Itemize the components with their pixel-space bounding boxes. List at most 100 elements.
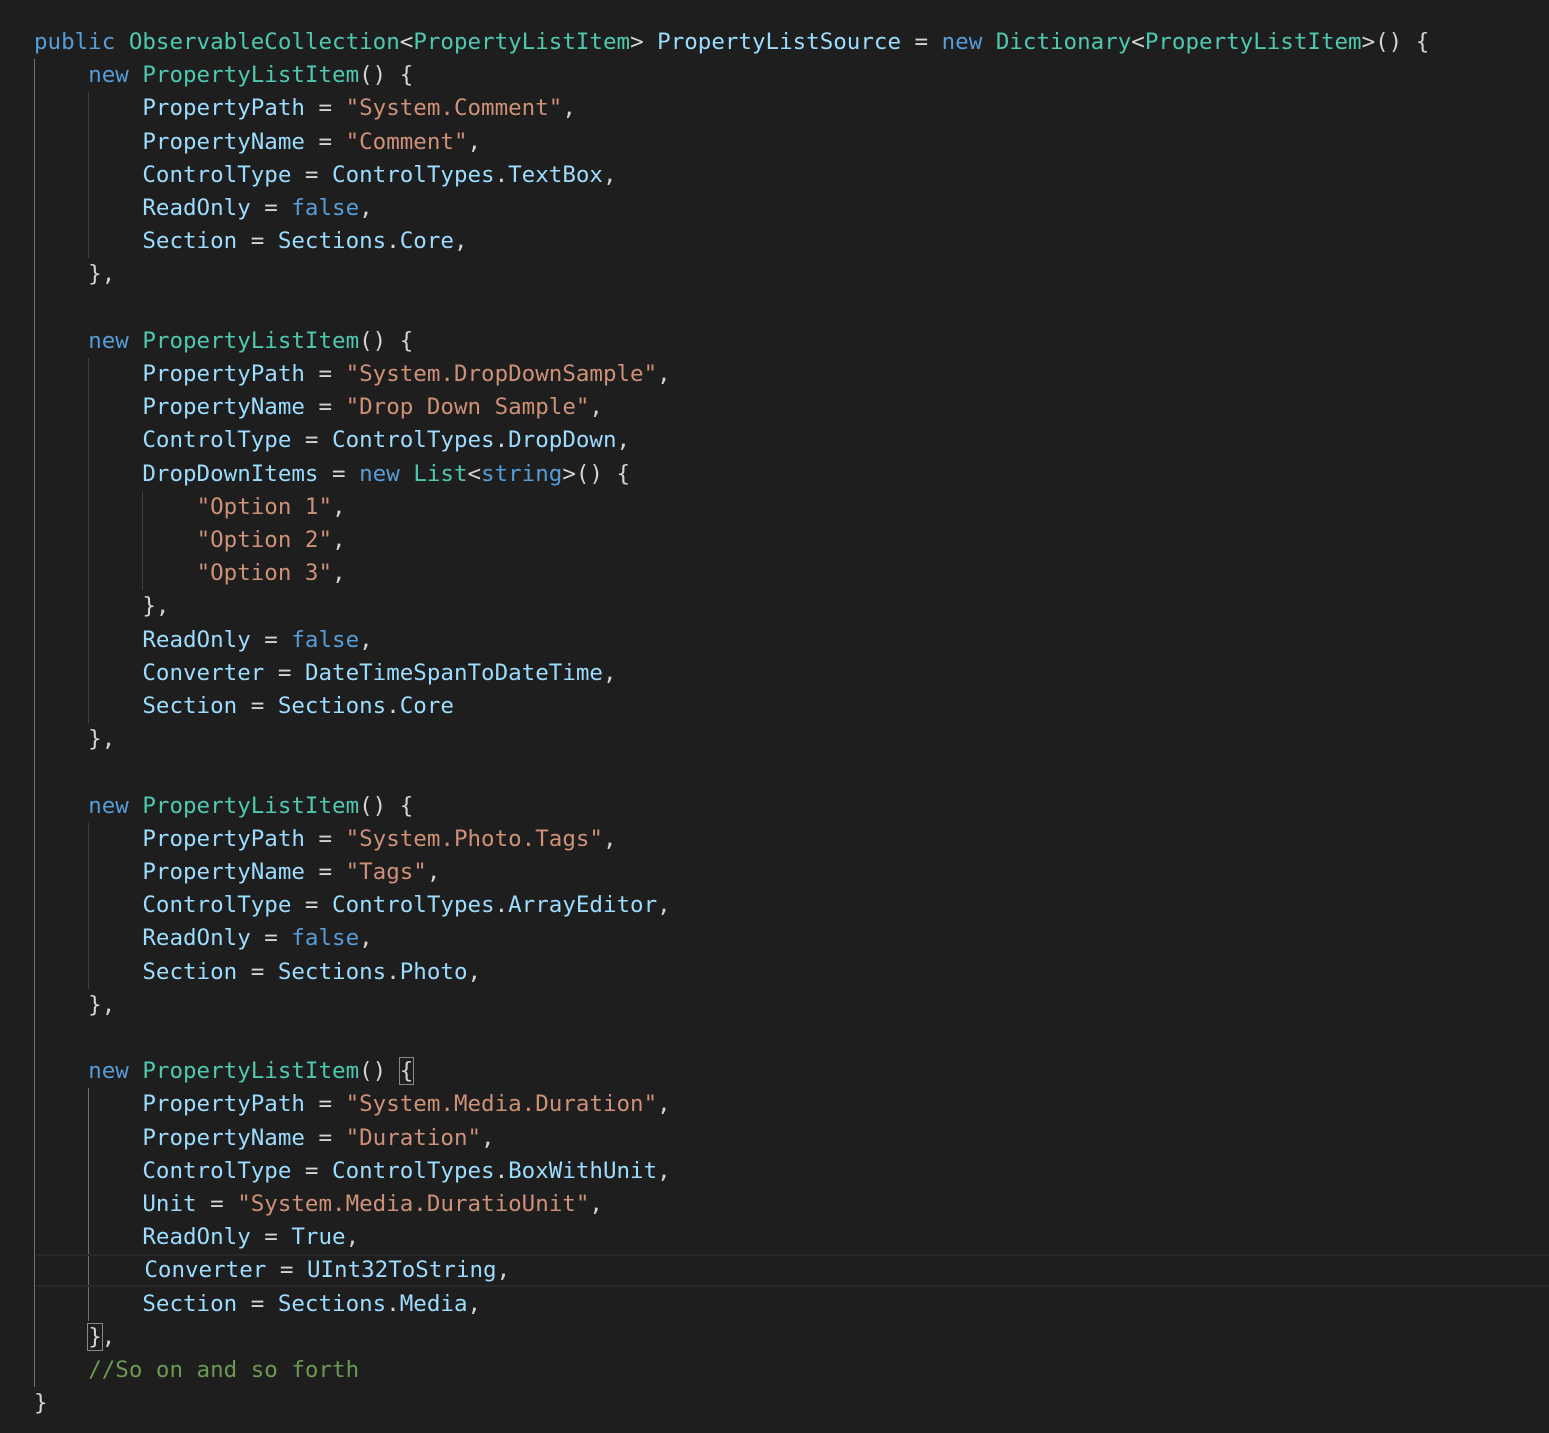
punctuation-token [34,494,197,520]
punctuation-token: , [467,128,482,155]
punctuation-token: = [304,1124,346,1151]
punctuation-token: }, [34,261,116,288]
code-line[interactable]: "Option 1", [34,491,1549,524]
code-line[interactable]: ReadOnly = false, [34,192,1549,225]
code-line[interactable]: ControlType = ControlTypes.ArrayEditor, [34,889,1549,922]
identifier-token: BoxWithUnit [508,1157,658,1184]
punctuation-token [129,328,143,354]
punctuation-token: , [602,825,617,852]
punctuation-token: , [657,361,671,387]
code-line[interactable]: PropertyName = "Drop Down Sample", [34,391,1549,424]
code-line[interactable]: Converter = DateTimeSpanToDateTime, [34,657,1549,690]
identifier-token: PropertyName [142,128,305,155]
punctuation-token [34,925,142,951]
code-line[interactable]: new PropertyListItem() { [34,790,1549,823]
code-editor[interactable]: public ObservableCollection<PropertyList… [0,0,1549,1433]
code-line[interactable]: }, [34,1321,1549,1354]
code-line[interactable]: new PropertyListItem() { [34,325,1549,358]
identifier-token: Photo [399,958,468,985]
code-line[interactable]: DropDownItems = new List<string>() { [34,458,1549,491]
punctuation-token: = [318,460,360,487]
punctuation-token [34,627,142,653]
code-line[interactable]: ReadOnly = True, [34,1221,1549,1254]
punctuation-token [34,195,142,221]
code-line[interactable]: ControlType = ControlTypes.BoxWithUnit, [34,1155,1549,1188]
code-line[interactable]: }, [34,989,1549,1022]
code-line[interactable]: }, [34,723,1549,756]
code-line[interactable]: Section = Sections.Photo, [34,956,1549,989]
punctuation-token: = [304,128,346,155]
type-token: PropertyListItem [1144,29,1362,55]
code-line[interactable]: PropertyName = "Tags", [34,856,1549,889]
identifier-token: PropertyPath [142,95,305,122]
identifier-token: True [291,1224,346,1251]
punctuation-token [34,959,142,985]
identifier-token: DateTimeSpanToDateTime [304,659,603,686]
punctuation-token: = [264,659,305,686]
code-line[interactable] [34,1022,1549,1055]
identifier-token: Section [142,228,238,255]
punctuation-token [34,793,88,819]
punctuation-token: , [467,1290,482,1317]
string-token: "System.Photo.Tags" [345,825,603,852]
code-line[interactable]: ReadOnly = false, [34,624,1549,657]
punctuation-token [34,1125,142,1151]
punctuation-token: >() { [1361,29,1430,55]
punctuation-token [34,328,88,354]
punctuation-token: } [34,1390,48,1417]
punctuation-token [34,361,142,387]
code-line[interactable]: PropertyName = "Comment", [34,126,1549,159]
punctuation-token: , [496,1257,511,1284]
code-line[interactable]: "Option 3", [34,557,1549,590]
code-line[interactable]: PropertyPath = "System.Comment", [34,92,1549,125]
code-line[interactable]: PropertyName = "Duration", [34,1122,1549,1155]
code-line[interactable]: Section = Sections.Core [34,690,1549,723]
code-line[interactable]: PropertyPath = "System.DropDownSample", [34,358,1549,391]
identifier-token: ControlTypes [332,892,495,919]
code-line[interactable]: ReadOnly = false, [34,922,1549,955]
punctuation-token: = [237,228,278,255]
identifier-token: ControlTypes [332,427,495,454]
code-line[interactable]: PropertyPath = "System.Photo.Tags", [34,823,1549,856]
punctuation-token [34,129,142,155]
punctuation-token: < [467,460,482,487]
identifier-token: Section [142,693,238,719]
code-line[interactable]: new PropertyListItem() { [34,59,1549,92]
identifier-token: PropertyPath [142,361,305,387]
code-line[interactable] [34,292,1549,325]
code-line[interactable]: }, [34,258,1549,291]
punctuation-token: = [237,958,278,985]
punctuation-token: = [250,626,292,653]
code-line[interactable]: Unit = "System.Media.DuratioUnit", [34,1188,1549,1221]
identifier-token: Core [399,228,454,255]
code-line[interactable]: new PropertyListItem() { [34,1055,1549,1088]
code-line[interactable]: public ObservableCollection<PropertyList… [34,26,1549,59]
identifier-token: Core [399,693,454,719]
code-line[interactable]: Section = Sections.Core, [34,225,1549,258]
code-line[interactable]: "Option 2", [34,524,1549,557]
identifier-token: Converter [144,1257,267,1284]
code-line[interactable]: } [34,1387,1549,1420]
identifier-token: Unit [142,1191,197,1217]
code-line[interactable]: Converter = UInt32ToString, [36,1254,1549,1288]
code-line[interactable]: Section = Sections.Media, [34,1288,1549,1321]
identifier-token: ControlType [142,427,292,454]
code-line[interactable]: PropertyPath = "System.Media.Duration", [34,1088,1549,1121]
matched-bracket: { [398,1057,415,1086]
code-line[interactable]: ControlType = ControlTypes.TextBox, [34,159,1549,192]
punctuation-token [34,1357,88,1383]
punctuation-token: = [237,1290,278,1317]
code-line[interactable] [34,756,1549,789]
punctuation-token: = [901,29,942,55]
punctuation-token: , [616,427,631,454]
punctuation-token: , [453,228,468,255]
punctuation-token [36,1257,144,1283]
identifier-token: Section [142,958,238,985]
code-line[interactable]: ControlType = ControlTypes.DropDown, [34,424,1549,457]
code-line[interactable]: //So on and so forth [34,1354,1549,1387]
punctuation-token: , [359,626,373,653]
punctuation-token: , [562,95,576,122]
punctuation-token: , [467,958,482,985]
punctuation-token: , [602,659,617,686]
code-line[interactable]: }, [34,590,1549,623]
